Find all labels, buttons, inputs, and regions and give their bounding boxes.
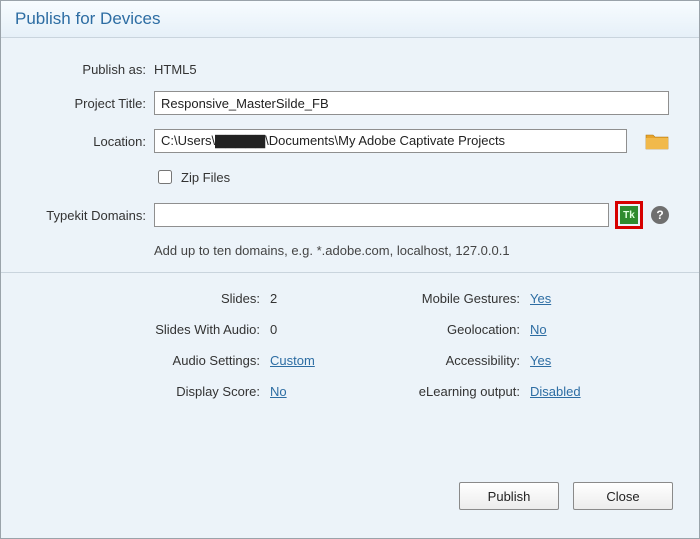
zip-files-label: Zip Files <box>181 170 230 185</box>
publish-as-value: HTML5 <box>154 62 197 77</box>
accessibility-link[interactable]: Yes <box>530 353 610 368</box>
zip-files-checkbox[interactable] <box>158 170 172 184</box>
help-icon[interactable]: ? <box>651 206 669 224</box>
project-title-input[interactable] <box>154 91 669 115</box>
info-label: eLearning output: <box>350 384 530 399</box>
info-row: Geolocation: No <box>350 322 610 337</box>
elearning-output-link[interactable]: Disabled <box>530 384 610 399</box>
info-col-right: Mobile Gestures: Yes Geolocation: No Acc… <box>350 291 610 399</box>
audio-settings-link[interactable]: Custom <box>270 353 350 368</box>
typekit-icon[interactable]: Tk <box>620 206 638 224</box>
info-value: 2 <box>270 291 350 306</box>
row-publish-as: Publish as: HTML5 <box>31 62 669 77</box>
section-divider <box>1 272 699 273</box>
publish-dialog: Publish for Devices Publish as: HTML5 Pr… <box>0 0 700 539</box>
info-label: Geolocation: <box>350 322 530 337</box>
info-col-left: Slides: 2 Slides With Audio: 0 Audio Set… <box>90 291 350 399</box>
project-title-label: Project Title: <box>31 96 154 111</box>
mobile-gestures-link[interactable]: Yes <box>530 291 610 306</box>
info-row: Slides: 2 <box>90 291 350 306</box>
info-label: Mobile Gestures: <box>350 291 530 306</box>
info-label: Audio Settings: <box>90 353 270 368</box>
dialog-footer: Publish Close <box>459 482 699 538</box>
publish-as-label: Publish as: <box>31 62 154 77</box>
info-value: 0 <box>270 322 350 337</box>
row-typekit: Typekit Domains: Tk ? <box>31 201 669 229</box>
publish-button[interactable]: Publish <box>459 482 559 510</box>
info-row: Audio Settings: Custom <box>90 353 350 368</box>
info-table: Slides: 2 Slides With Audio: 0 Audio Set… <box>31 291 669 399</box>
zip-files-checkbox-wrap[interactable]: Zip Files <box>154 167 230 187</box>
typekit-highlight: Tk <box>615 201 643 229</box>
location-input[interactable] <box>154 129 627 153</box>
typekit-label: Typekit Domains: <box>31 208 154 223</box>
row-location: Location: <box>31 129 669 153</box>
info-row: eLearning output: Disabled <box>350 384 610 399</box>
info-label: Slides: <box>90 291 270 306</box>
info-row: Accessibility: Yes <box>350 353 610 368</box>
typekit-domains-input[interactable] <box>154 203 609 227</box>
browse-folder-icon[interactable] <box>645 132 669 150</box>
typekit-hint: Add up to ten domains, e.g. *.adobe.com,… <box>154 243 669 258</box>
display-score-link[interactable]: No <box>270 384 350 399</box>
dialog-body: Publish as: HTML5 Project Title: Locatio… <box>1 38 699 399</box>
geolocation-link[interactable]: No <box>530 322 610 337</box>
info-label: Slides With Audio: <box>90 322 270 337</box>
row-zip: Zip Files <box>31 167 669 187</box>
info-row: Slides With Audio: 0 <box>90 322 350 337</box>
info-row: Display Score: No <box>90 384 350 399</box>
row-project-title: Project Title: <box>31 91 669 115</box>
dialog-title: Publish for Devices <box>1 1 699 38</box>
info-label: Accessibility: <box>350 353 530 368</box>
close-button[interactable]: Close <box>573 482 673 510</box>
info-label: Display Score: <box>90 384 270 399</box>
location-label: Location: <box>31 134 154 149</box>
info-row: Mobile Gestures: Yes <box>350 291 610 306</box>
